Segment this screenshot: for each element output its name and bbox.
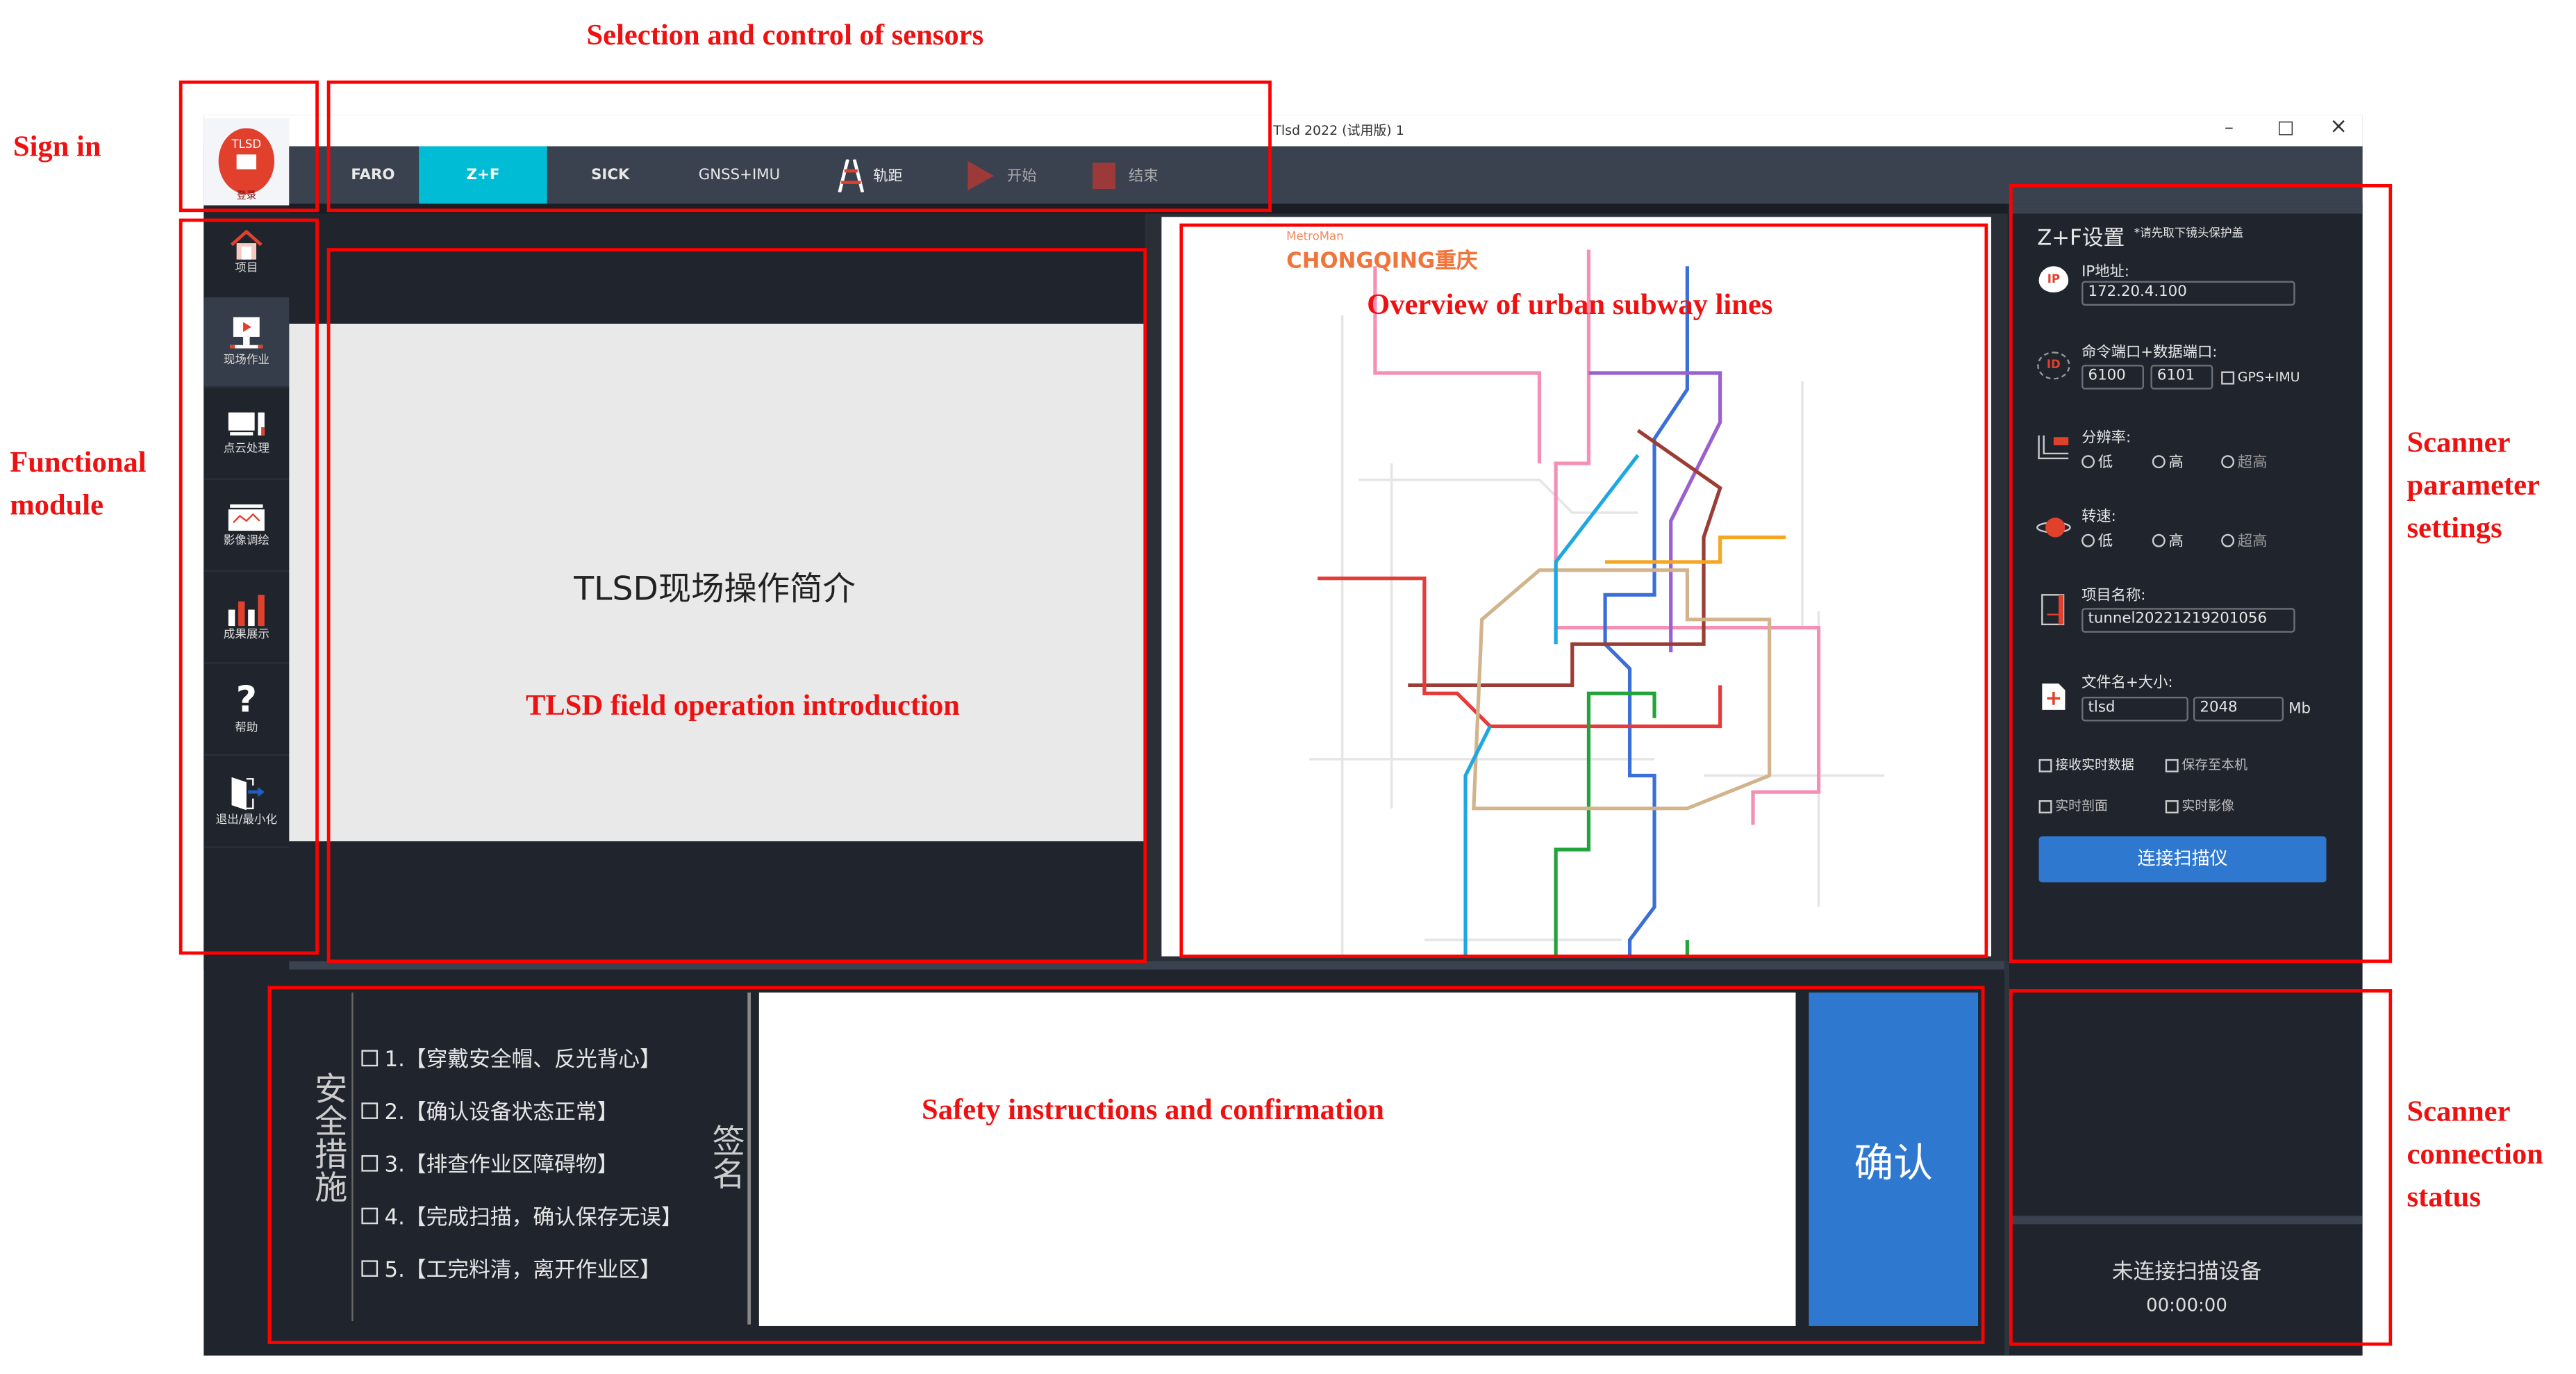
window-title: Tlsd 2022 (试用版) 1 <box>1273 123 1404 138</box>
annotation-line: parameter <box>2407 468 2540 502</box>
annotation-line: Functional <box>10 445 147 479</box>
annotation-line: module <box>10 488 104 521</box>
annotation-line: Scanner <box>2407 1094 2511 1127</box>
stage: Selection and control of sensors Sign in… <box>0 0 2576 1374</box>
annotation-box-sensors <box>326 80 1272 213</box>
annotation-box-params <box>2009 183 2393 963</box>
vertical-divider <box>2004 961 2010 1356</box>
annotation-box-functional <box>178 218 319 955</box>
annotation-line: status <box>2407 1180 2481 1213</box>
close-button[interactable]: × <box>2329 115 2348 140</box>
annotation-box-status <box>2009 989 2393 1346</box>
annotation-line: connection <box>2407 1136 2543 1170</box>
annotation-sensors: Selection and control of sensors <box>586 18 984 51</box>
annotation-line: settings <box>2407 511 2502 544</box>
annotation-sign-in: Sign in <box>13 129 101 163</box>
annotation-scanner-params: Scanner parameter settings <box>2407 421 2540 549</box>
annotation-box-intro <box>326 248 1147 963</box>
annotation-box-sign-in <box>178 80 319 213</box>
annotation-box-safety <box>267 986 1985 1344</box>
minimize-button[interactable]: – <box>2225 117 2234 138</box>
annotation-box-map <box>1179 223 1988 959</box>
annotation-scanner-status: Scanner connection status <box>2407 1089 2543 1218</box>
annotation-line: Scanner <box>2407 425 2511 458</box>
annotation-functional-module: Functional module <box>10 440 146 526</box>
maximize-button[interactable]: □ <box>2277 117 2295 138</box>
